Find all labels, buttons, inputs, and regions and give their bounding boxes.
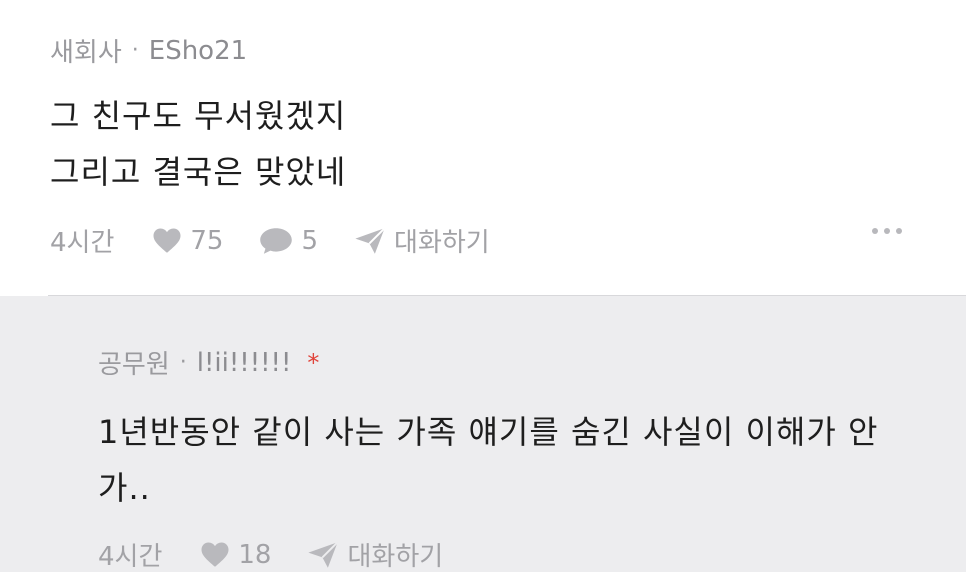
talk-button[interactable]: 대화하기 bbox=[354, 222, 490, 259]
comment-line: 그 친구도 무서웠겠지 bbox=[50, 97, 347, 135]
nickname[interactable]: ESho21 bbox=[149, 36, 247, 66]
reply-card: 공무원 · l!ii!!!!!! * 1년반동안 같이 사는 가족 얘기를 숨긴… bbox=[0, 296, 966, 572]
author-badge: * bbox=[307, 348, 320, 377]
heart-icon bbox=[153, 228, 181, 253]
reply-button[interactable]: 5 bbox=[259, 226, 318, 256]
category-label[interactable]: 새회사 bbox=[50, 32, 122, 69]
comment-actions: 4시간 75 5 대화하기 bbox=[50, 222, 526, 259]
dot bbox=[896, 228, 902, 234]
comment-line: 그리고 결국은 맞았네 bbox=[50, 153, 347, 191]
dot bbox=[884, 228, 890, 234]
talk-button[interactable]: 대화하기 bbox=[307, 536, 443, 573]
like-button[interactable]: 18 bbox=[200, 540, 271, 570]
talk-label: 대화하기 bbox=[394, 228, 490, 258]
timestamp: 4시간 bbox=[50, 228, 115, 258]
comment-line: 1년반동안 같이 사는 가족 얘기를 숨긴 사실이 이해가 안 bbox=[98, 413, 879, 451]
comment-line: 가.. bbox=[98, 469, 151, 507]
comment-bubble-icon bbox=[260, 227, 293, 254]
category-label[interactable]: 공무원 bbox=[98, 344, 170, 381]
nickname[interactable]: l!ii!!!!!! bbox=[197, 348, 292, 378]
reply-body: 1년반동안 같이 사는 가족 얘기를 숨긴 사실이 이해가 안 가.. bbox=[98, 404, 878, 516]
comment-meta: 새회사 · ESho21 bbox=[50, 32, 247, 69]
paper-plane-icon bbox=[355, 227, 386, 254]
reply-count: 5 bbox=[301, 225, 319, 256]
like-count: 18 bbox=[238, 539, 272, 570]
comment-card: 새회사 · ESho21 그 친구도 무서웠겠지 그리고 결국은 맞았네 4시간… bbox=[0, 0, 966, 296]
more-dots-icon[interactable] bbox=[872, 228, 902, 234]
like-count: 75 bbox=[190, 225, 224, 256]
comment-body: 그 친구도 무서웠겠지 그리고 결국은 맞았네 bbox=[50, 88, 346, 200]
meta-separator: · bbox=[179, 350, 187, 375]
dot bbox=[872, 228, 878, 234]
talk-label: 대화하기 bbox=[347, 542, 444, 572]
meta-separator: · bbox=[131, 38, 139, 63]
reply-meta: 공무원 · l!ii!!!!!! * bbox=[98, 344, 319, 381]
like-button[interactable]: 75 bbox=[152, 226, 223, 256]
heart-icon bbox=[201, 542, 229, 567]
timestamp: 4시간 bbox=[98, 542, 163, 572]
reply-actions: 4시간 18 대화하기 bbox=[98, 536, 479, 573]
paper-plane-icon bbox=[308, 541, 339, 568]
